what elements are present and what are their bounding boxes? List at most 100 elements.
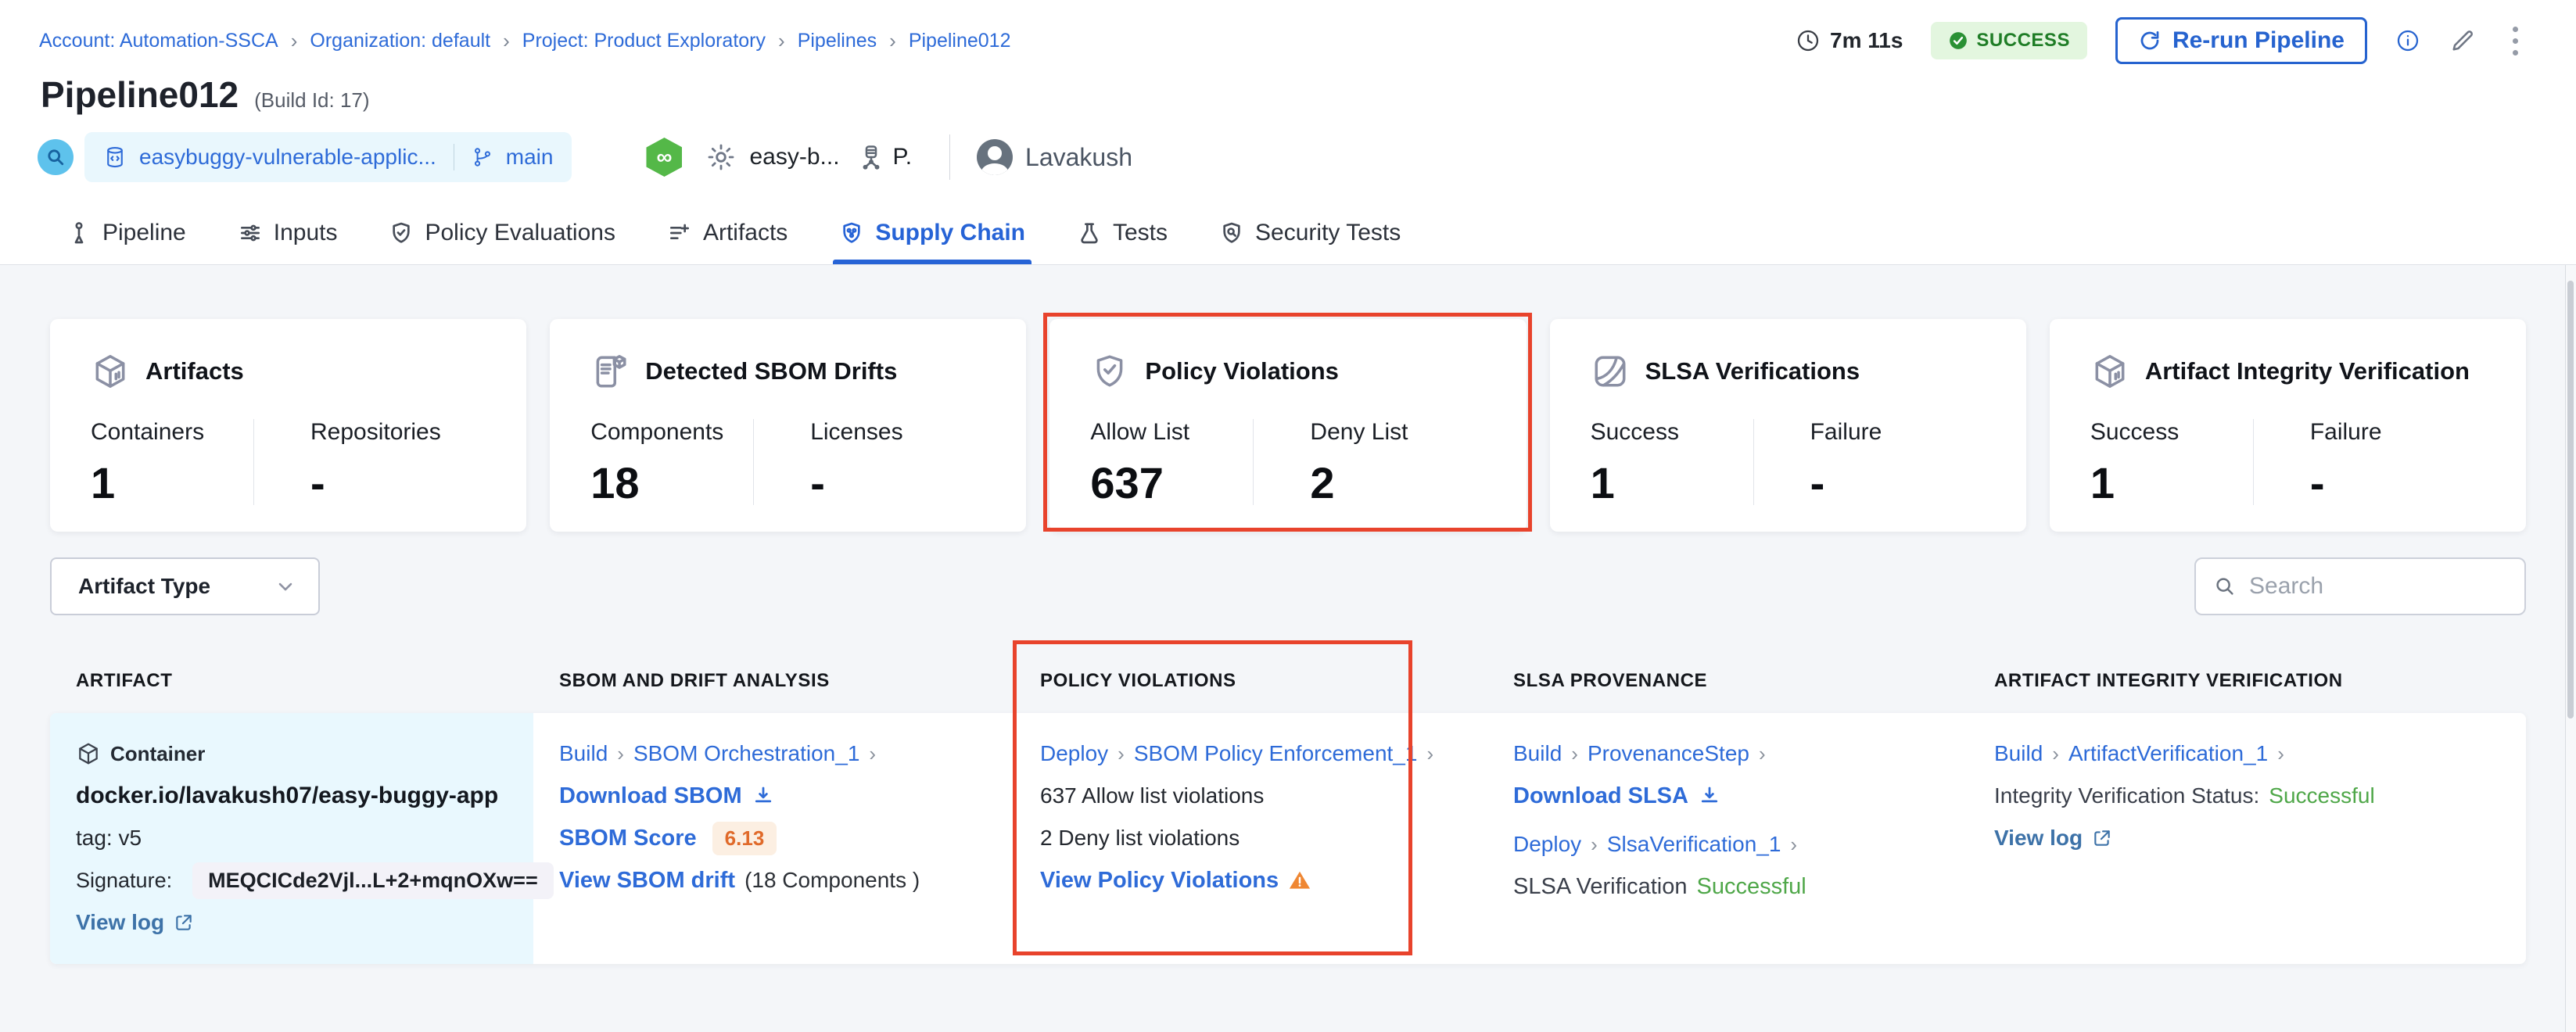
chevron-down-icon [274, 575, 296, 597]
column-header-artifact: ARTIFACT [50, 670, 533, 692]
info-icon[interactable] [2395, 28, 2420, 53]
tab-supply-chain[interactable]: Supply Chain [839, 202, 1025, 264]
breadcrumb-pipelines[interactable]: Pipelines [798, 30, 877, 52]
user-name: Lavakush [1025, 143, 1132, 172]
card-artifacts: Artifacts Containers 1 Repositories - [50, 319, 526, 532]
tab-pipeline[interactable]: Pipeline [66, 202, 186, 264]
stat-value: 2 [1310, 461, 1408, 505]
chevron-right-icon: › [1790, 833, 1797, 857]
repository-icon [103, 145, 127, 169]
stat-value: 1 [2090, 461, 2253, 505]
repo-name-link[interactable]: easybuggy-vulnerable-applic... [139, 145, 436, 170]
ci-stage-icon [38, 139, 74, 175]
branch-name-link[interactable]: main [506, 145, 554, 170]
meta-divider [949, 134, 950, 180]
search-icon [2213, 575, 2237, 598]
shield-check-icon [389, 220, 414, 245]
gear-icon [705, 142, 737, 173]
slsa-status-value: Successful [1696, 874, 1806, 900]
duration-indicator: 7m 11s [1796, 28, 1903, 53]
sbom-step-link[interactable]: SBOM Orchestration_1 [633, 741, 859, 766]
supply-chain-shield-icon [839, 220, 864, 245]
stat-label: Allow List [1090, 419, 1253, 446]
edit-pencil-icon[interactable] [2449, 27, 2477, 55]
card-title: Policy Violations [1145, 357, 1339, 385]
download-sbom-link[interactable]: Download SBOM [559, 783, 742, 809]
stat-value: - [810, 461, 902, 505]
trigger-name: easy-b... [749, 144, 839, 170]
integrity-stage-link[interactable]: Build [1994, 741, 2043, 766]
sbom-document-icon [590, 352, 630, 391]
artifact-type-dropdown[interactable]: Artifact Type [50, 557, 320, 615]
chevron-right-icon: › [869, 742, 876, 766]
shield-check-icon [1090, 352, 1129, 391]
chevron-right-icon: › [2277, 742, 2284, 766]
clock-icon [1796, 28, 1821, 53]
summary-cards: Artifacts Containers 1 Repositories - [50, 319, 2526, 532]
view-log-link[interactable]: View log [1994, 826, 2083, 851]
column-header-slsa: SLSA PROVENANCE [1487, 670, 1968, 692]
stat-value: - [1810, 461, 1882, 505]
tab-inputs[interactable]: Inputs [238, 202, 338, 264]
card-slsa-verifications: SLSA Verifications Success 1 Failure - [1550, 319, 2026, 532]
chevron-right-icon: › [1118, 742, 1125, 766]
tab-security-tests[interactable]: Security Tests [1219, 202, 1401, 264]
policy-stage-link[interactable]: Deploy [1040, 741, 1108, 766]
breadcrumb-account[interactable]: Account: Automation-SSCA [39, 30, 278, 52]
chevron-right-icon: › [1571, 742, 1578, 766]
card-artifact-integrity: Artifact Integrity Verification Success … [2050, 319, 2526, 532]
chevron-right-icon: › [778, 30, 785, 51]
slsa-icon [1591, 352, 1630, 391]
tab-artifacts[interactable]: Artifacts [667, 202, 788, 264]
scrollbar-thumb[interactable] [2567, 281, 2574, 718]
breadcrumb-project[interactable]: Project: Product Exploratory [522, 30, 766, 52]
breadcrumb-pipeline012[interactable]: Pipeline012 [909, 30, 1011, 52]
view-log-link[interactable]: View log [76, 910, 164, 935]
tab-policy-evaluations[interactable]: Policy Evaluations [389, 202, 615, 264]
stat-value: - [310, 461, 441, 505]
user-avatar-icon [977, 139, 1013, 175]
stat-label: Containers [91, 419, 253, 446]
slsa-step1-link[interactable]: ProvenanceStep [1588, 741, 1749, 766]
stat-label: Failure [2310, 419, 2382, 446]
integrity-step-link[interactable]: ArtifactVerification_1 [2068, 741, 2268, 766]
stat-label: Components [590, 419, 753, 446]
stat-value: 1 [91, 461, 253, 505]
chevron-right-icon: › [1591, 833, 1598, 857]
slsa-step2-link[interactable]: SlsaVerification_1 [1607, 832, 1781, 857]
artifact-type-label: Container [110, 742, 205, 766]
slsa-stage2-link[interactable]: Deploy [1513, 832, 1581, 857]
search-box [2194, 557, 2526, 615]
tab-label: Policy Evaluations [425, 220, 615, 246]
view-policy-violations-link[interactable]: View Policy Violations [1040, 868, 1279, 894]
view-sbom-drift-link[interactable]: View SBOM drift [559, 868, 735, 894]
vertical-scrollbar[interactable] [2565, 265, 2576, 1032]
column-header-integrity: ARTIFACT INTEGRITY VERIFICATION [1968, 670, 2526, 692]
supply-chain-content: Artifacts Containers 1 Repositories - [0, 264, 2576, 1032]
stat-value: 18 [590, 461, 753, 505]
repo-branch-pill: easybuggy-vulnerable-applic... main [84, 132, 572, 182]
sbom-score-link[interactable]: SBOM Score [559, 826, 697, 851]
search-input[interactable] [2249, 573, 2507, 600]
chevron-right-icon: › [2052, 742, 2059, 766]
sliders-icon [238, 220, 263, 245]
download-slsa-link[interactable]: Download SLSA [1513, 783, 1688, 809]
shield-magnifier-icon [1219, 220, 1244, 245]
tab-bar: Pipeline Inputs Policy Evaluations Artif… [66, 202, 1401, 264]
supply-chain-page: Account: Automation-SSCA › Organization:… [0, 0, 2576, 1032]
rerun-pipeline-button[interactable]: Re-run Pipeline [2115, 17, 2367, 64]
chevron-right-icon: › [617, 742, 624, 766]
sbom-stage-link[interactable]: Build [559, 741, 608, 766]
artifact-integrity-cell: Build › ArtifactVerification_1 › Integri… [1968, 713, 2526, 964]
artifact-list-icon [667, 220, 692, 245]
more-options-kebab-icon[interactable] [2505, 23, 2526, 59]
breadcrumb-organization[interactable]: Organization: default [310, 30, 490, 52]
policy-step-link[interactable]: SBOM Policy Enforcement_1 [1134, 741, 1418, 766]
warning-triangle-icon [1288, 869, 1311, 892]
sbom-cell: Build › SBOM Orchestration_1 › Download … [533, 713, 1014, 964]
deny-list-violations: 2 Deny list violations [1040, 826, 1240, 851]
artifact-tag: tag: v5 [76, 826, 142, 851]
slsa-stage1-link[interactable]: Build [1513, 741, 1562, 766]
stat-value: 1 [1591, 461, 1753, 505]
tab-tests[interactable]: Tests [1077, 202, 1168, 264]
